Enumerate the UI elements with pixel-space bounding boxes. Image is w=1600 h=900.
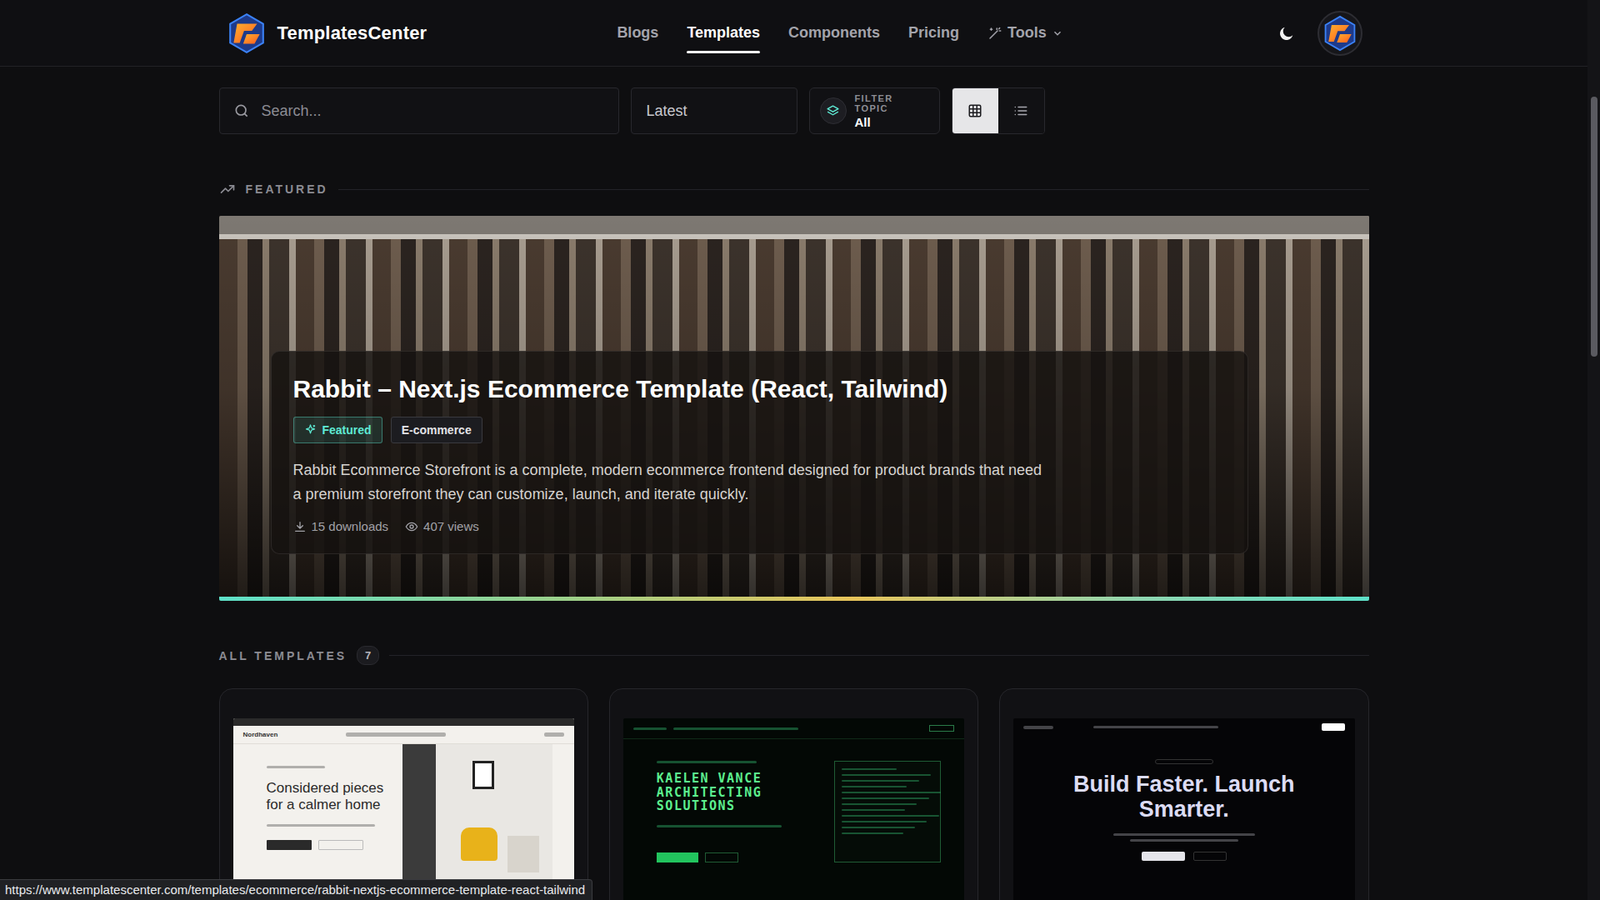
- list-icon: [1013, 103, 1029, 119]
- nav-item[interactable]: Components: [788, 0, 880, 66]
- downloads-stat: 15 downloads: [293, 519, 390, 534]
- link-status-bar: https://www.templatescenter.com/template…: [0, 879, 593, 900]
- search-icon: [233, 102, 250, 120]
- grid-icon: [967, 103, 983, 119]
- preview-headline: Build Faster. LaunchSmarter.: [1073, 772, 1295, 822]
- sort-select[interactable]: Latest: [630, 87, 798, 135]
- nav-item[interactable]: Templates: [686, 0, 760, 66]
- download-icon: [293, 520, 307, 534]
- scrollbar[interactable]: [1587, 0, 1600, 900]
- template-preview: KAELEN VANCEARCHITECTINGSOLUTIONS: [623, 718, 965, 900]
- filter-topic[interactable]: FILTER TOPICAll: [809, 87, 940, 135]
- template-card[interactable]: KAELEN VANCEARCHITECTINGSOLUTIONS: [609, 688, 979, 900]
- accent-line: [219, 596, 1370, 601]
- preview-headline: KAELEN VANCEARCHITECTINGSOLUTIONS: [656, 771, 816, 814]
- featured-info: Rabbit – Next.js Ecommerce Template (Rea…: [270, 350, 1249, 555]
- main-nav: Blogs Templates Components Pricing Tools: [616, 0, 1063, 66]
- tag: E-commerce: [390, 416, 483, 444]
- avatar[interactable]: [1317, 10, 1363, 56]
- layers-icon: [825, 104, 840, 119]
- featured-heading: FEATURED: [219, 180, 1370, 198]
- nav-item[interactable]: Pricing: [908, 0, 960, 66]
- logo-icon: [225, 12, 268, 55]
- chevron-down-icon: [1051, 27, 1064, 40]
- template-preview: Build Faster. LaunchSmarter.: [1013, 718, 1355, 900]
- preview-headline: Considered piecesfor a calmer home: [266, 780, 390, 815]
- template-card[interactable]: Build Faster. LaunchSmarter.: [999, 688, 1369, 900]
- avatar-logo-icon: [1321, 15, 1359, 52]
- nav-item[interactable]: Tools: [987, 0, 1064, 66]
- trending-icon: [219, 180, 236, 198]
- templates-page: LatestFILTER TOPICAll FEATURED Rabbit – Ne…: [219, 87, 1370, 900]
- template-preview: NordhavenConsidered piecesfor a calmer h…: [233, 718, 575, 900]
- scroll-thumb[interactable]: [1590, 96, 1598, 357]
- wand-icon: [987, 25, 1003, 41]
- views-stat: 407 views: [405, 519, 480, 534]
- toolbar: LatestFILTER TOPICAll: [219, 87, 1370, 135]
- sparkle-icon: [304, 423, 317, 436]
- top-bar: TemplatesCenter Blogs Templates Components P…: [0, 0, 1588, 67]
- search-field[interactable]: [219, 87, 620, 135]
- grid-view-button[interactable]: [952, 88, 999, 134]
- all-templates-heading: ALL TEMPLATES7: [219, 645, 1370, 665]
- preview-photo: [402, 744, 553, 900]
- brand[interactable]: TemplatesCenter: [225, 12, 428, 55]
- preview-terminal: [834, 760, 941, 863]
- search-input[interactable]: [260, 101, 605, 121]
- template-card[interactable]: NordhavenConsidered piecesfor a calmer h…: [219, 688, 589, 900]
- nav-item[interactable]: Blogs: [616, 0, 659, 66]
- tag: Featured: [293, 416, 383, 444]
- view-toggle: [951, 87, 1045, 135]
- eye-icon: [405, 520, 419, 534]
- theme-toggle[interactable]: [1277, 24, 1296, 43]
- featured-card[interactable]: Rabbit – Next.js Ecommerce Template (Rea…: [219, 215, 1370, 601]
- moon-icon: [1277, 24, 1296, 43]
- list-view-button[interactable]: [998, 88, 1045, 134]
- filter-badge: [820, 97, 847, 125]
